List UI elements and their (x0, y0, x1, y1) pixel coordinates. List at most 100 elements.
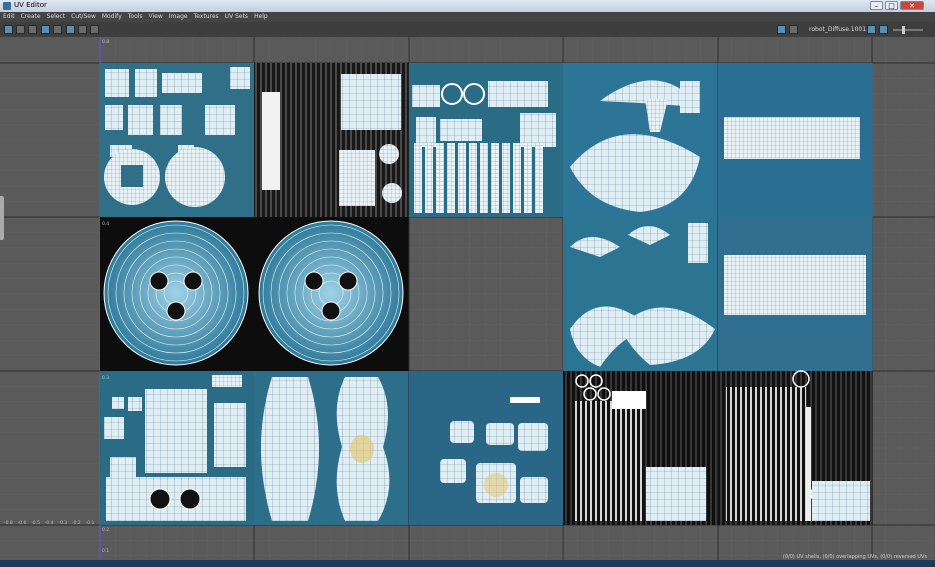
uv-shell (105, 69, 129, 97)
uv-grid-icon[interactable] (41, 25, 50, 34)
uv-shell (341, 74, 401, 130)
uv-shell (261, 377, 319, 521)
uv-shell (518, 423, 548, 451)
grid-tick-label: -0.8 (4, 520, 13, 526)
minimize-button[interactable]: – (870, 1, 883, 10)
uv-shell (212, 375, 242, 387)
uv-viewport[interactable]: -0.8 -0.6 -0.5 -0.4 -0.3 -0.2 -0.1 0.8 0.4 0.3 0.2… (0, 37, 935, 560)
gamma-icon[interactable] (879, 25, 888, 34)
uv-canvas[interactable]: -0.8 -0.6 -0.5 -0.4 -0.3 -0.2 -0.1 0.8 0.4 0.3 0.2… (0, 37, 935, 560)
uv-shell (165, 147, 225, 207)
uv-shaded-icon[interactable] (66, 25, 75, 34)
side-panel-toggle[interactable] (0, 196, 4, 240)
grid-tick-label: 0.3 (102, 375, 109, 381)
image-display-icon[interactable] (777, 25, 786, 34)
uv-shell (135, 69, 157, 97)
menu-uv-sets[interactable]: UV Sets (222, 12, 251, 22)
uv-shell (646, 467, 706, 521)
uv-shell (414, 143, 422, 213)
menu-tools[interactable]: Tools (125, 12, 146, 22)
uv-shell (524, 143, 532, 213)
uv-shell (812, 481, 870, 521)
uv-shell (575, 401, 645, 521)
uv-shell (440, 119, 482, 141)
uv-shell (486, 423, 514, 445)
grid-tick-label: -0.4 (45, 520, 54, 526)
uv-shell (112, 397, 124, 409)
close-button[interactable]: ✕ (900, 1, 924, 10)
uv-layout-icon[interactable] (28, 25, 37, 34)
toolbar: robot_Diffuse.1001.pr (0, 22, 935, 38)
menu-cut-sew[interactable]: Cut/Sew (68, 12, 99, 22)
uv-shell (726, 387, 806, 521)
uv-shell (105, 105, 123, 130)
taskbar (0, 560, 935, 567)
grid-tick-label: 0.4 (102, 221, 109, 227)
uv-shell (440, 459, 466, 483)
uv-filter-icon[interactable] (78, 25, 87, 34)
uv-shell (416, 117, 436, 147)
uv-shell (469, 143, 477, 213)
uv-shell (724, 255, 866, 315)
window-title: UV Editor (14, 1, 47, 9)
uv-shell (382, 183, 402, 203)
uv-shell (128, 105, 153, 135)
grid-tick-label: -0.5 (31, 520, 40, 526)
grid-ticks: -0.8 -0.6 -0.5 -0.4 -0.3 -0.2 -0.1 0.8 0.4 0.3 0.2… (4, 39, 109, 554)
uv-shell (128, 397, 142, 411)
menu-edit[interactable]: Edit (0, 12, 18, 22)
uv-shell (520, 113, 556, 147)
uv-shell (520, 477, 548, 503)
menu-help[interactable]: Help (251, 12, 271, 22)
menu-textures[interactable]: Textures (191, 12, 222, 22)
uv-shell (491, 143, 499, 213)
uv-shell (205, 105, 235, 135)
uv-shell (480, 143, 488, 213)
grid-tick-label: -0.6 (18, 520, 27, 526)
title-bar: UV Editor – □ ✕ (0, 0, 935, 12)
uv-shell (680, 81, 700, 113)
grid-tick-label: -0.2 (72, 520, 81, 526)
uv-shell (510, 397, 540, 403)
uv-shell (502, 143, 510, 213)
uv-shell (436, 143, 444, 213)
uv-snapshot-icon[interactable] (90, 25, 99, 34)
app-icon (3, 2, 11, 10)
uv-shell (104, 417, 124, 439)
uv-shell (450, 421, 474, 443)
grid-tick-label: 0.1 (102, 548, 109, 554)
exposure-slider-track[interactable] (893, 29, 923, 31)
uv-shell (447, 143, 455, 213)
uv-shell (412, 85, 440, 107)
uv-shell (262, 92, 280, 190)
uv-shell (458, 143, 466, 213)
uv-shell (160, 105, 182, 135)
button-disc (258, 220, 404, 366)
uv-shell (339, 150, 375, 206)
menu-create[interactable]: Create (18, 12, 44, 22)
uv-shell (379, 144, 399, 164)
uv-shell (513, 143, 521, 213)
uv-shell (425, 143, 433, 213)
uv-move-icon[interactable] (16, 25, 25, 34)
exposure-icon[interactable] (867, 25, 876, 34)
uv-shell (230, 67, 250, 89)
exposure-slider-handle[interactable] (902, 26, 905, 34)
texture-name-field[interactable]: robot_Diffuse.1001.pr (809, 26, 874, 33)
uv-shell (145, 389, 207, 473)
uv-display-icon[interactable] (53, 25, 62, 34)
maximize-button[interactable]: □ (885, 1, 898, 10)
menu-modify[interactable]: Modify (99, 12, 125, 22)
uv-shell (612, 391, 646, 409)
uv-select-icon[interactable] (4, 25, 13, 34)
grid-tick-label: -0.1 (86, 520, 95, 526)
uv-shell (162, 73, 202, 93)
menu-select[interactable]: Select (44, 12, 69, 22)
uv-shell (724, 117, 860, 159)
menu-view[interactable]: View (146, 12, 166, 22)
uv-shell (535, 143, 543, 213)
menu-image[interactable]: Image (166, 12, 191, 22)
uv-shell (214, 403, 246, 467)
button-disc (103, 220, 249, 366)
checker-icon[interactable] (789, 25, 798, 34)
